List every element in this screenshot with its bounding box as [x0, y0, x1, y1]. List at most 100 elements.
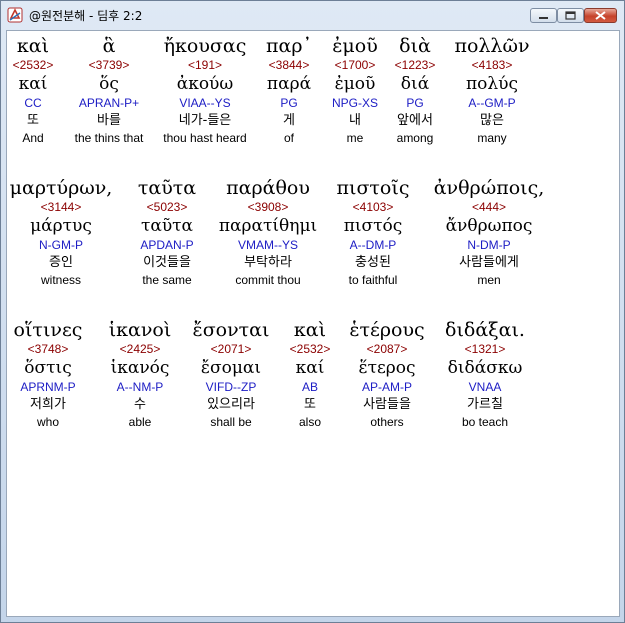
- strong-number[interactable]: <3844>: [257, 57, 321, 73]
- word-column[interactable]: ἑτέρους <2087> ἕτερος AP-AM-P 사람들을 other…: [341, 319, 433, 430]
- morphology-code[interactable]: PG: [257, 95, 321, 111]
- word-column[interactable]: ἃ <3739> ὅς APRAN-P+ 바를 the thins that: [65, 35, 153, 146]
- strong-number[interactable]: <1700>: [323, 57, 387, 73]
- word-column[interactable]: καὶ <2532> καί CC 또 And: [7, 35, 61, 146]
- english-gloss: And: [22, 131, 44, 145]
- word-column[interactable]: διδάξαι. <1321> διδάσκω VNAA 가르칠 bo teac…: [439, 319, 531, 430]
- strong-number[interactable]: <444>: [427, 199, 551, 215]
- greek-word: ἤκουσας: [163, 35, 247, 57]
- morphology-code[interactable]: PG: [389, 95, 441, 111]
- morphology-code[interactable]: CC: [7, 95, 61, 111]
- greek-word: οἵτινες: [13, 319, 83, 341]
- morphology-code[interactable]: APDAN-P: [125, 237, 209, 253]
- greek-word: ἀνθρώποις,: [433, 177, 545, 199]
- strong-number[interactable]: <2532>: [283, 341, 337, 357]
- lemma: μάρτυς: [30, 216, 92, 236]
- window-title: @원전분해 - 딤후 2:2: [29, 9, 143, 23]
- strong-number[interactable]: <4183>: [447, 57, 537, 73]
- morphology-code[interactable]: AP-AM-P: [341, 379, 433, 395]
- word-column[interactable]: ἱκανοὶ <2425> ἱκανός A--NM-P 수 able: [101, 319, 179, 430]
- strong-number[interactable]: <2425>: [101, 341, 179, 357]
- english-gloss: me: [346, 131, 364, 145]
- morphology-code[interactable]: VIAA--YS: [155, 95, 255, 111]
- english-gloss: witness: [40, 273, 81, 287]
- word-column[interactable]: παρ᾽ <3844> παρά PG 게 of: [257, 35, 321, 146]
- strong-number[interactable]: <1321>: [439, 341, 531, 357]
- korean-gloss: 증인: [49, 255, 73, 270]
- close-button[interactable]: [584, 8, 617, 23]
- korean-gloss: 앞에서: [397, 113, 433, 128]
- word-column[interactable]: καὶ <2532> καί AB 또 also: [283, 319, 337, 430]
- lemma: διά: [400, 74, 430, 94]
- strong-number[interactable]: <2532>: [7, 57, 61, 73]
- strong-number[interactable]: <191>: [155, 57, 255, 73]
- morphology-code[interactable]: APRNM-P: [7, 379, 89, 395]
- korean-gloss: 있으리라: [207, 397, 255, 412]
- word-column[interactable]: διὰ <1223> διά PG 앞에서 among: [389, 35, 441, 146]
- english-gloss: able: [128, 415, 152, 429]
- word-column[interactable]: ἤκουσας <191> ἀκούω VIAA--YS 네가-들은 thou …: [155, 35, 255, 146]
- greek-word: ταῦτα: [137, 177, 197, 199]
- strong-number[interactable]: <1223>: [389, 57, 441, 73]
- strong-number[interactable]: <3908>: [215, 199, 321, 215]
- strong-number[interactable]: <3144>: [7, 199, 115, 215]
- word-column[interactable]: μαρτύρων, <3144> μάρτυς N-GM-P 증인 witnes…: [7, 177, 115, 288]
- word-column[interactable]: οἵτινες <3748> ὅστις APRNM-P 저희가 who: [7, 319, 89, 430]
- word-column[interactable]: πολλῶν <4183> πολύς A--GM-P 많은 many: [447, 35, 537, 146]
- english-gloss: the thins that: [74, 131, 144, 145]
- lemma: παρά: [266, 74, 312, 94]
- strong-number[interactable]: <3739>: [65, 57, 153, 73]
- greek-word: πολλῶν: [454, 35, 530, 57]
- title-bar[interactable]: @원전분해 - 딤후 2:2: [1, 1, 624, 29]
- greek-word: καὶ: [16, 35, 50, 57]
- lemma: ἱκανός: [110, 358, 170, 378]
- lemma: παρατίθημι: [218, 216, 318, 236]
- english-gloss: the same: [142, 273, 192, 287]
- lemma: πιστός: [343, 216, 403, 236]
- word-column[interactable]: ἀνθρώποις, <444> ἄνθρωπος N-DM-P 사람들에게 m…: [427, 177, 551, 288]
- strong-number[interactable]: <3748>: [7, 341, 89, 357]
- korean-gloss: 이것들을: [143, 255, 191, 270]
- lemma: ἕτερος: [358, 358, 416, 378]
- korean-gloss: 네가-들은: [178, 113, 232, 128]
- korean-gloss: 게: [283, 113, 295, 128]
- app-window: @원전분해 - 딤후 2:2 καὶ <2532> καί CC 또 And ἃ…: [0, 0, 625, 623]
- strong-number[interactable]: <4103>: [329, 199, 417, 215]
- morphology-code[interactable]: AB: [283, 379, 337, 395]
- morphology-code[interactable]: N-DM-P: [427, 237, 551, 253]
- word-column[interactable]: ἐμοῦ <1700> ἐμοῦ NPG-XS 내 me: [323, 35, 387, 146]
- morphology-code[interactable]: A--DM-P: [329, 237, 417, 253]
- korean-gloss: 부탁하라: [244, 255, 292, 270]
- morphology-code[interactable]: VNAA: [439, 379, 531, 395]
- word-column[interactable]: ταῦτα <5023> ταῦτα APDAN-P 이것들을 the same: [125, 177, 209, 288]
- english-gloss: commit thou: [235, 273, 301, 287]
- morphology-code[interactable]: APRAN-P+: [65, 95, 153, 111]
- morphology-code[interactable]: N-GM-P: [7, 237, 115, 253]
- morphology-code[interactable]: VIFD--ZP: [185, 379, 277, 395]
- english-gloss: who: [36, 415, 59, 429]
- english-gloss: shall be: [210, 415, 252, 429]
- strong-number[interactable]: <2087>: [341, 341, 433, 357]
- morphology-code[interactable]: NPG-XS: [323, 95, 387, 111]
- greek-word: διδάξαι.: [445, 319, 525, 341]
- maximize-button[interactable]: [557, 8, 584, 23]
- word-column[interactable]: ἔσονται <2071> ἔσομαι VIFD--ZP 있으리라 shal…: [185, 319, 277, 430]
- word-column[interactable]: παράθου <3908> παρατίθημι VMAM--YS 부탁하라 …: [215, 177, 321, 288]
- word-column[interactable]: πιστοῖς <4103> πιστός A--DM-P 충성된 to fai…: [329, 177, 417, 288]
- lemma: ὅστις: [24, 358, 72, 378]
- greek-word: μαρτύρων,: [9, 177, 113, 199]
- lemma: ταῦτα: [140, 216, 194, 236]
- lemma: καί: [18, 74, 48, 94]
- greek-word: ἑτέρους: [349, 319, 425, 341]
- greek-word: παράθου: [226, 177, 310, 199]
- strong-number[interactable]: <5023>: [125, 199, 209, 215]
- korean-gloss: 사람들을: [363, 397, 411, 412]
- interlinear-panel[interactable]: καὶ <2532> καί CC 또 And ἃ <3739> ὅς APRA…: [6, 30, 620, 617]
- korean-gloss: 저희가: [30, 397, 66, 412]
- morphology-code[interactable]: A--NM-P: [101, 379, 179, 395]
- minimize-button[interactable]: [530, 8, 557, 23]
- morphology-code[interactable]: VMAM--YS: [215, 237, 321, 253]
- morphology-code[interactable]: A--GM-P: [447, 95, 537, 111]
- korean-gloss: 또: [304, 397, 316, 412]
- strong-number[interactable]: <2071>: [185, 341, 277, 357]
